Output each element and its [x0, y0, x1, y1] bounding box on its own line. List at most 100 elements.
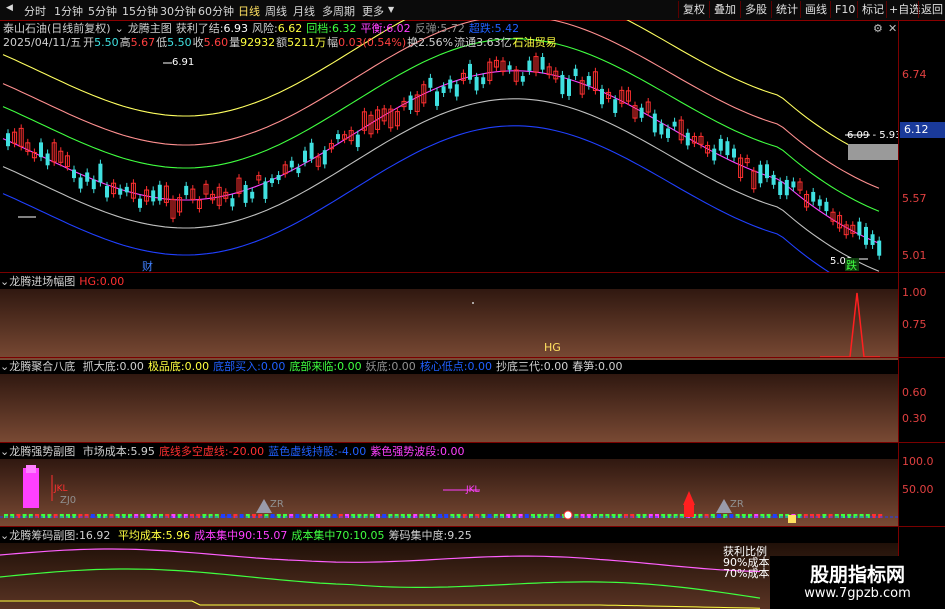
candle-body: [85, 172, 90, 182]
tab-more[interactable]: 更多: [362, 3, 384, 19]
p2-title[interactable]: 龙腾聚合八底: [9, 360, 75, 373]
p2-item-value: 0.00: [543, 360, 569, 373]
candle-body: [151, 190, 156, 202]
dot: [472, 302, 474, 304]
amt-value: 5211万: [287, 36, 327, 49]
candle-body: [600, 88, 604, 105]
p1-chart[interactable]: HG: [0, 273, 898, 357]
yellow-marker: [788, 515, 796, 523]
sector-label: 石油贸易: [512, 36, 557, 49]
candle-body: [778, 181, 783, 196]
candle-body: [672, 121, 677, 127]
candle-body: [520, 76, 525, 82]
back-button[interactable]: 返回: [918, 1, 945, 18]
axis-tick: 5.57: [902, 192, 927, 205]
chg-label: 幅: [327, 36, 339, 49]
red-block: [684, 505, 694, 517]
low-value: 5.50: [167, 36, 192, 49]
candle-body: [824, 201, 829, 212]
tab-monthly[interactable]: 月线: [293, 3, 315, 19]
tab-1min[interactable]: 1分钟: [54, 3, 83, 19]
candle-body: [408, 95, 413, 110]
tab-60min[interactable]: 60分钟: [198, 3, 234, 19]
statistics-button[interactable]: 统计: [771, 1, 802, 18]
stock-name: 泰山石油(日线前复权): [3, 22, 111, 35]
candle-body: [184, 185, 189, 196]
collapse-arrow-icon[interactable]: ◀: [6, 3, 13, 13]
current-price-tag: 6.12: [900, 122, 945, 138]
tab-5min[interactable]: 5分钟: [88, 3, 117, 19]
candle-body: [817, 199, 822, 206]
p2-item-label: 底部来临:: [289, 360, 338, 373]
pullback-value: 6.32: [331, 22, 357, 35]
candle-body: [639, 107, 644, 118]
candle-body: [124, 186, 129, 193]
mid-annotation: 6.09 - 5.93: [847, 130, 898, 141]
main-header-line1: 泰山石油(日线前复权) ⌄ 龙腾主图 获利了结:6.93 风险:6.62 回档:6.32 平…: [0, 22, 523, 36]
jkl-label: JKL: [465, 485, 480, 495]
settings-gear-icon[interactable]: ⚙: [873, 22, 883, 35]
axis-tick: 50.00: [902, 483, 934, 496]
balance-label: 平衡:: [360, 22, 387, 35]
tab-30min[interactable]: 30分钟: [160, 3, 196, 19]
pullback-label: 回档:: [306, 22, 332, 35]
multi-stock-button[interactable]: 多股: [740, 1, 771, 18]
candle-body: [243, 184, 248, 203]
main-header-line2: 2025/04/11/五 开5.50高5.67低5.50收5.60量92932额5…: [3, 36, 561, 50]
red-note: JKL: [53, 484, 68, 494]
candle-body: [527, 60, 532, 71]
candle-body: [276, 175, 281, 181]
watermark-url: www.7gpzb.com: [804, 586, 911, 601]
turn-label: 换: [407, 36, 419, 49]
purple-cap: [26, 465, 36, 473]
tab-daily[interactable]: 日线: [238, 3, 260, 19]
candle-body: [712, 148, 717, 161]
zr-label: ZR: [270, 499, 284, 510]
high-annotation: 6.91: [172, 57, 194, 68]
add-watchlist-button[interactable]: +自选: [886, 1, 922, 18]
f10-button[interactable]: F10: [830, 1, 859, 18]
support-label: 超跌:: [468, 22, 495, 35]
candle-body: [765, 164, 769, 179]
candle-body: [586, 76, 591, 86]
tab-multi-period[interactable]: 多周期: [322, 3, 355, 19]
p2-item-value: 0.00: [337, 360, 362, 373]
tab-fenshi[interactable]: 分时: [24, 3, 46, 19]
indicator-chevron-icon[interactable]: ⌄: [115, 22, 124, 35]
band-line: [2, 125, 830, 272]
candle-body: [718, 138, 723, 151]
more-dropdown-icon[interactable]: ▼: [388, 5, 394, 14]
rebound-label: 反弹:: [414, 22, 441, 35]
candle-body: [857, 221, 862, 236]
candle-body: [435, 91, 439, 106]
chg-value: 0.03(0.54%): [338, 36, 407, 49]
tab-15min[interactable]: 15分钟: [122, 3, 158, 19]
high-label: 高: [119, 36, 131, 49]
tab-weekly[interactable]: 周线: [265, 3, 287, 19]
overlay-button[interactable]: 叠加: [709, 1, 740, 18]
candle-body: [474, 76, 479, 91]
balance-value: 6.02: [386, 22, 411, 35]
candle-body: [652, 113, 657, 133]
avg-cost-line: [0, 600, 761, 609]
main-indicator-name[interactable]: 龙腾主图: [128, 22, 172, 35]
mark-button[interactable]: 标记: [857, 1, 888, 18]
p3-chart[interactable]: ZJ0 JKL ZR JKL ZR: [0, 443, 898, 527]
p2-chevron-icon[interactable]: ⌄: [0, 360, 9, 373]
amt-label: 额: [276, 36, 288, 49]
candle-body: [72, 169, 76, 179]
main-price-chart[interactable]: 6.91 财 6.09 - 5.93 5.00 跌: [0, 20, 898, 272]
candle-body: [877, 240, 882, 256]
fuquan-button[interactable]: 复权: [678, 1, 709, 18]
draw-line-button[interactable]: 画线: [800, 1, 831, 18]
candle-body: [118, 188, 123, 195]
candle-body: [296, 167, 301, 174]
candle-body: [725, 141, 730, 156]
p4-legend: 获利比例 90%成本 70%成本: [723, 546, 769, 579]
cost70-line: [0, 568, 761, 599]
axis-tick: 0.75: [902, 318, 927, 331]
turn-value: 2.56%: [418, 36, 454, 49]
close-icon[interactable]: ✕: [888, 22, 897, 35]
purple-bar: [23, 468, 39, 508]
watermark: 股朋指标网 www.7gpzb.com: [770, 556, 945, 609]
